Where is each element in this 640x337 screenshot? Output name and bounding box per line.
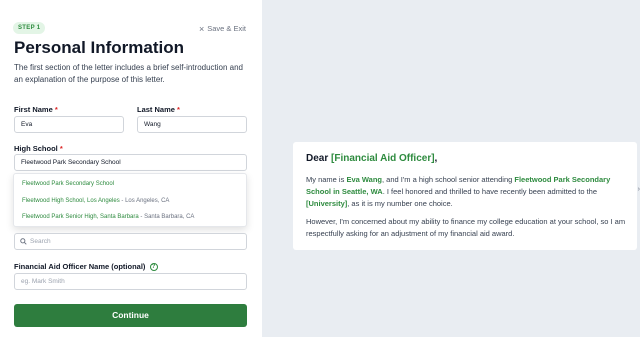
letter-preview-card: Dear [Financial Aid Officer], My name is… [293, 142, 637, 250]
page-description: The first section of the letter includes… [14, 63, 244, 84]
search-input[interactable]: Search [14, 233, 247, 250]
close-icon: × [198, 23, 205, 34]
officer-name-label: Financial Aid Officer Name (optional) ? [14, 262, 158, 272]
school-option[interactable]: Fleetwood High School, Los Angeles - Los… [22, 198, 169, 204]
last-name-field[interactable]: Wang [137, 116, 247, 133]
form-panel: STEP 1 × Save & Exit Personal Informatio… [0, 0, 262, 337]
officer-name-field[interactable]: eg. Mark Smith [14, 273, 247, 290]
help-icon[interactable]: ? [149, 263, 158, 272]
school-option[interactable]: Fleetwood Park Secondary School [22, 181, 114, 187]
search-icon [20, 238, 27, 245]
first-name-label: First Name * [14, 105, 58, 114]
first-name-field[interactable]: Eva [14, 116, 124, 133]
continue-button[interactable]: Continue [14, 304, 247, 327]
letter-paragraph-2: However, I'm concerned about my ability … [306, 217, 626, 238]
save-exit-button[interactable]: × Save & Exit [199, 24, 246, 33]
letter-greeting: Dear [Financial Aid Officer], [306, 153, 438, 164]
page-title: Personal Information [14, 38, 185, 57]
save-exit-label: Save & Exit [207, 24, 246, 33]
high-school-field[interactable]: Fleetwood Park Secondary School [14, 154, 247, 171]
high-school-label: High School * [14, 144, 63, 153]
search-placeholder: Search [30, 238, 51, 245]
school-option[interactable]: Fleetwood Park Senior High, Santa Barbar… [22, 214, 194, 220]
last-name-label: Last Name * [137, 105, 180, 114]
letter-paragraph-1: My name is Eva Wang, and I'm a high scho… [306, 175, 611, 208]
step-badge: STEP 1 [13, 22, 46, 34]
school-dropdown: Fleetwood Park Secondary School Fleetwoo… [13, 173, 247, 227]
